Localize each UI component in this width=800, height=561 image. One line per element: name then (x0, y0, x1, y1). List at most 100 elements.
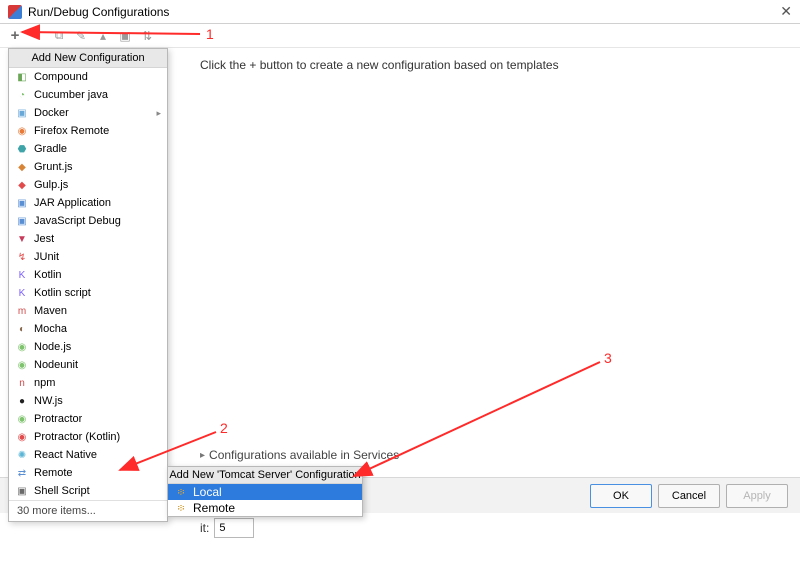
cancel-button[interactable]: Cancel (658, 484, 720, 508)
config-type-label: Node.js (34, 341, 71, 353)
config-type-item[interactable]: ◉ Node.js (9, 338, 167, 356)
app-icon (8, 5, 22, 19)
popup-header: Add New Configuration (9, 49, 167, 68)
config-type-label: Protractor (Kotlin) (34, 431, 120, 443)
config-type-label: Protractor (34, 413, 82, 425)
config-type-icon: n (15, 376, 29, 390)
config-type-icon: ▣ (15, 196, 29, 210)
limit-input[interactable] (214, 518, 254, 538)
config-type-label: npm (34, 377, 55, 389)
config-type-label: Remote (34, 467, 73, 479)
copy-config-button[interactable]: ⧉ (50, 27, 68, 45)
config-type-item[interactable]: ◉ Protractor (9, 410, 167, 428)
config-type-item[interactable]: ◆ Gulp.js (9, 176, 167, 194)
more-items-link[interactable]: 30 more items... (9, 500, 167, 521)
config-type-icon: ◉ (15, 412, 29, 426)
config-type-icon: ◧ (15, 70, 29, 84)
config-type-icon: ◉ (15, 124, 29, 138)
config-type-list[interactable]: ◧ Compound ◔ Cucumber java ▣ Docker ▸ ◉ Firefox … (9, 68, 167, 500)
config-type-item[interactable]: KKotlin (9, 266, 167, 284)
config-type-label: Docker (34, 107, 69, 119)
config-type-item[interactable]: ▣ JAR Application (9, 194, 167, 212)
plus-icon: + (249, 58, 256, 72)
config-type-icon: ◐ (15, 322, 29, 336)
tomcat-icon: ፨ (174, 485, 188, 499)
config-type-label: Grunt.js (34, 161, 73, 173)
config-type-item[interactable]: ◆ Grunt.js (9, 158, 167, 176)
config-type-icon: ◉ (15, 430, 29, 444)
config-type-icon: ◉ (15, 358, 29, 372)
config-type-label: Firefox Remote (34, 125, 109, 137)
settings-button[interactable]: ✎ (72, 27, 90, 45)
config-type-item[interactable]: ● NW.js (9, 392, 167, 410)
toolbar: + − ⧉ ✎ ▴ ▣ ⇅ (0, 24, 800, 48)
config-type-icon: ▣ (15, 214, 29, 228)
config-type-item[interactable]: m Maven (9, 302, 167, 320)
config-type-icon: ● (15, 394, 29, 408)
config-type-item[interactable]: ◉ Firefox Remote (9, 122, 167, 140)
empty-hint: Click the + button to create a new confi… (200, 58, 780, 72)
config-type-item[interactable]: ◐ Mocha (9, 320, 167, 338)
config-type-item[interactable]: ◔ Cucumber java (9, 86, 167, 104)
config-type-icon: m (15, 304, 29, 318)
config-type-label: Kotlin (34, 269, 62, 281)
move-up-icon[interactable]: ▴ (94, 27, 112, 45)
config-type-icon: ◆ (15, 178, 29, 192)
config-type-label: Compound (34, 71, 88, 83)
limit-row: it: (200, 518, 254, 538)
config-type-item[interactable]: ✺React Native (9, 446, 167, 464)
remove-config-button[interactable]: − (28, 27, 46, 45)
dialog-title: Run/Debug Configurations (28, 5, 780, 19)
config-type-icon: ▣ (15, 484, 29, 498)
submenu-item-label: Local (193, 485, 222, 499)
config-type-item[interactable]: ▣ JavaScript Debug (9, 212, 167, 230)
apply-button[interactable]: Apply (726, 484, 788, 508)
config-type-icon: ▼ (15, 232, 29, 246)
config-type-label: Mocha (34, 323, 67, 335)
config-type-icon: ▣ (15, 106, 29, 120)
config-type-item[interactable]: ↯ JUnit (9, 248, 167, 266)
config-type-item[interactable]: ▼ Jest (9, 230, 167, 248)
config-type-label: NW.js (34, 395, 63, 407)
add-config-button[interactable]: + (6, 27, 24, 45)
config-type-label: Maven (34, 305, 67, 317)
config-type-icon: ⬣ (15, 142, 29, 156)
config-type-label: JUnit (34, 251, 59, 263)
titlebar: Run/Debug Configurations ✕ (0, 0, 800, 24)
config-type-icon: K (15, 286, 29, 300)
config-type-icon: ◉ (15, 340, 29, 354)
config-type-label: Gradle (34, 143, 67, 155)
config-type-label: JavaScript Debug (34, 215, 121, 227)
ok-button[interactable]: OK (590, 484, 652, 508)
config-type-item[interactable]: ⇄ Remote (9, 464, 167, 482)
close-icon[interactable]: ✕ (780, 3, 792, 20)
config-type-item[interactable]: ▣ Shell Script (9, 482, 167, 500)
config-type-icon: ↯ (15, 250, 29, 264)
submenu-item[interactable]: ፨ Local (168, 484, 362, 500)
config-type-label: Shell Script (34, 485, 90, 497)
submenu-item[interactable]: ፨Remote (168, 500, 362, 516)
config-type-item[interactable]: ◉ Protractor (Kotlin) (9, 428, 167, 446)
config-type-item[interactable]: ▣ Docker ▸ (9, 104, 167, 122)
config-type-label: Nodeunit (34, 359, 78, 371)
config-type-label: Kotlin script (34, 287, 91, 299)
submenu-header: Add New 'Tomcat Server' Configuration (168, 467, 362, 484)
tomcat-submenu: Add New 'Tomcat Server' Configuration ፨ L… (167, 466, 363, 517)
config-type-item[interactable]: nnpm (9, 374, 167, 392)
services-section-header[interactable]: Configurations available in Services (200, 448, 399, 462)
chevron-right-icon: ▸ (156, 108, 161, 119)
config-type-icon: ◆ (15, 160, 29, 174)
config-type-item[interactable]: ⬣ Gradle (9, 140, 167, 158)
config-type-label: JAR Application (34, 197, 111, 209)
config-type-item[interactable]: ◧ Compound (9, 68, 167, 86)
expand-icon[interactable]: ⇅ (138, 27, 156, 45)
folder-button[interactable]: ▣ (116, 27, 134, 45)
config-type-label: Gulp.js (34, 179, 68, 191)
config-type-icon: ⇄ (15, 466, 29, 480)
config-type-item[interactable]: K Kotlin script (9, 284, 167, 302)
config-type-label: Jest (34, 233, 54, 245)
add-config-popup: Add New Configuration ◧ Compound ◔ Cucumber… (8, 48, 168, 522)
config-type-icon: ◔ (15, 88, 29, 102)
config-type-label: Cucumber java (34, 89, 108, 101)
config-type-item[interactable]: ◉ Nodeunit (9, 356, 167, 374)
